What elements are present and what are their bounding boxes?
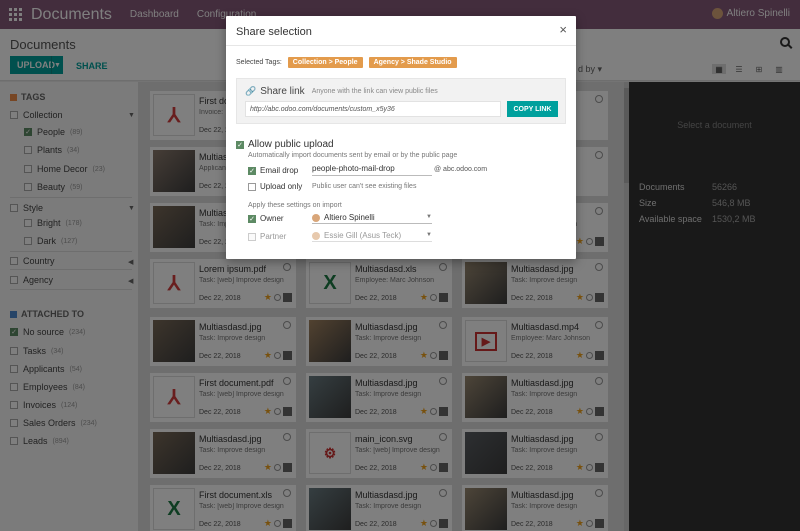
email-drop-checkbox[interactable]: ✓	[248, 166, 256, 175]
owner-value: Altiero Spinelli	[324, 213, 375, 222]
divider	[226, 45, 576, 46]
owner-row[interactable]: ✓ Owner	[248, 214, 284, 223]
owner-checkbox[interactable]: ✓	[248, 214, 256, 223]
owner-select[interactable]: Altiero Spinelli ▼	[312, 212, 432, 224]
selected-tags-label: Selected Tags:	[236, 59, 282, 66]
allow-upload-description: Automatically import documents sent by e…	[248, 152, 458, 159]
copy-link-button[interactable]: COPY LINK	[507, 101, 558, 117]
owner-label: Owner	[260, 214, 284, 223]
partner-avatar	[312, 231, 320, 240]
partner-checkbox[interactable]	[248, 232, 256, 241]
email-alias-input[interactable]: people-photo-mail-drop	[312, 164, 432, 176]
chevron-down-icon[interactable]: ▼	[426, 214, 432, 220]
email-drop-label: Email drop	[260, 166, 299, 175]
dialog-title: Share selection	[236, 26, 312, 38]
tag-badge: Collection > People	[287, 57, 363, 68]
chevron-down-icon[interactable]: ▼	[426, 232, 432, 238]
close-icon[interactable]: ×	[559, 22, 567, 37]
upload-only-description: Public user can't see existing files	[312, 183, 417, 190]
email-drop-row[interactable]: ✓ Email drop	[248, 166, 298, 175]
share-link-title: Share link	[260, 86, 305, 97]
share-url-field[interactable]: http://abc.odoo.com/documents/custom_x5y…	[245, 101, 501, 117]
link-icon: 🔗	[245, 86, 257, 96]
share-link-header: 🔗 Share link Anyone with the link can vi…	[245, 86, 438, 97]
email-domain: @ abc.odoo.com	[434, 166, 488, 173]
upload-only-row[interactable]: Upload only	[248, 182, 302, 191]
tag-badge: Agency > Shade Studio	[368, 57, 457, 68]
partner-row[interactable]: Partner	[248, 232, 286, 241]
owner-avatar	[312, 213, 320, 222]
upload-only-checkbox[interactable]	[248, 182, 256, 191]
share-link-box: 🔗 Share link Anyone with the link can vi…	[236, 78, 566, 124]
selected-tags: Selected Tags: Collection > People Agenc…	[236, 57, 457, 68]
partner-select[interactable]: Essie Gill (Asus Teck) ▼	[312, 230, 432, 242]
allow-public-upload-checkbox[interactable]: ✓	[236, 140, 244, 149]
share-selection-dialog: Share selection × Selected Tags: Collect…	[226, 16, 576, 259]
partner-value: Essie Gill (Asus Teck)	[324, 231, 402, 240]
share-link-subtitle: Anyone with the link can view public fil…	[311, 88, 438, 95]
partner-label: Partner	[260, 232, 287, 241]
apply-settings-label: Apply these settings on import	[248, 202, 342, 209]
upload-only-label: Upload only	[260, 182, 303, 191]
allow-public-upload-label: Allow public upload	[248, 139, 334, 150]
allow-public-upload-row[interactable]: ✓ Allow public upload	[236, 139, 334, 150]
